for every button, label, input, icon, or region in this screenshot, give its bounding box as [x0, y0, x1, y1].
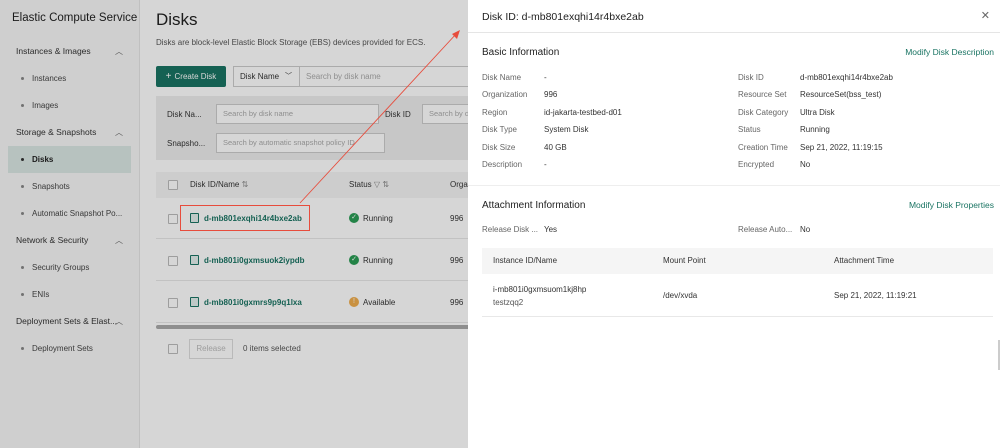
kv-value: -	[544, 160, 547, 169]
kv-label: Disk ID	[738, 73, 764, 82]
close-icon[interactable]: ✕	[981, 9, 990, 22]
kv-value: Ultra Disk	[800, 108, 835, 117]
kv-label: Resource Set	[738, 90, 787, 99]
kv-value: 40 GB	[544, 143, 567, 152]
kv-value: -	[544, 73, 547, 82]
kv-value: System Disk	[544, 125, 589, 134]
kv-label: Encrypted	[738, 160, 775, 169]
kv-label: Disk Name	[482, 73, 522, 82]
kv-value: 996	[544, 90, 558, 99]
kv-value: Yes	[544, 225, 558, 234]
kv-label: Disk Category	[738, 108, 789, 117]
kv-label: Status	[738, 125, 761, 134]
kv-value: No	[800, 160, 811, 169]
attachment-row: i-mb801i0gxmsuom1kj8hp testzqq2 /dev/xvd…	[482, 275, 993, 317]
column-instance-id: Instance ID/Name	[493, 256, 558, 265]
annotation-highlight-box	[180, 205, 310, 231]
kv-label: Region	[482, 108, 508, 117]
drawer-title: Disk ID: d-mb801exqhi14r4bxe2ab	[482, 11, 644, 23]
mount-point: /dev/xvda	[663, 291, 698, 300]
attachment-info-title: Attachment Information	[482, 200, 586, 211]
kv-value: Sep 21, 2022, 11:19:15	[800, 143, 883, 152]
modify-disk-properties-link[interactable]: Modify Disk Properties	[909, 200, 994, 210]
kv-value: id-jakarta-testbed-d01	[544, 108, 622, 117]
kv-value: Running	[800, 125, 830, 134]
column-mount-point: Mount Point	[663, 256, 706, 265]
column-attachment-time: Attachment Time	[834, 256, 895, 265]
kv-value: d-mb801exqhi14r4bxe2ab	[800, 73, 893, 82]
drawer-divider	[468, 32, 1000, 33]
kv-label: Disk Type	[482, 125, 517, 134]
kv-label: Description	[482, 160, 523, 169]
disk-detail-drawer: Disk ID: d-mb801exqhi14r4bxe2ab ✕ Basic …	[468, 0, 1000, 448]
kv-label: Creation Time	[738, 143, 788, 152]
instance-name: testzqq2	[493, 298, 524, 307]
instance-id-link[interactable]: i-mb801i0gxmsuom1kj8hp	[493, 285, 586, 294]
kv-label: Disk Size	[482, 143, 516, 152]
kv-value: ResourceSet(bss_test)	[800, 90, 882, 99]
attachment-table-header: Instance ID/Name Mount Point Attachment …	[482, 248, 993, 274]
modify-description-link[interactable]: Modify Disk Description	[905, 47, 994, 57]
kv-value: No	[800, 225, 811, 234]
attachment-time: Sep 21, 2022, 11:19:21	[834, 291, 917, 300]
kv-label: Organization	[482, 90, 528, 99]
kv-label: Release Disk ...	[482, 225, 539, 234]
basic-info-title: Basic Information	[482, 47, 560, 58]
kv-label: Release Auto...	[738, 225, 793, 234]
section-divider	[468, 185, 1000, 186]
